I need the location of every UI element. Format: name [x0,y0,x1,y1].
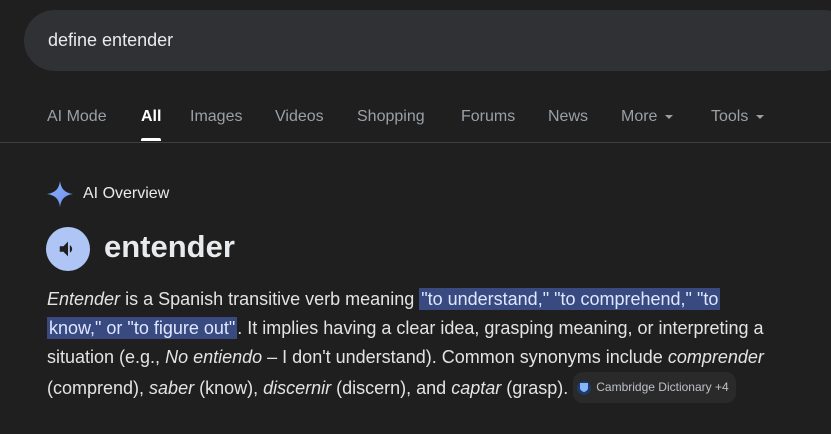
ai-overview-label: AI Overview [83,185,170,202]
text: – I don't understand). Common synonyms i… [262,347,668,367]
tab-all[interactable]: All [141,108,162,141]
tools-caret-icon [756,114,765,119]
tab-images[interactable]: Images [190,108,242,126]
tab-shopping[interactable]: Shopping [357,108,425,126]
text: (know), [194,378,264,398]
text-italic: No entiendo [165,347,263,367]
active-tab-indicator [141,138,162,141]
text-italic: Entender [47,289,121,309]
source-chip[interactable]: Cambridge Dictionary +4 [573,372,736,403]
pronunciation-button[interactable] [46,227,90,271]
tab-forums[interactable]: Forums [461,108,515,126]
text-italic: discernir [263,378,332,398]
text: (discern), and [331,378,452,398]
text-italic: captar [451,378,502,398]
more-caret-icon [665,114,674,119]
cambridge-shield-icon [577,380,592,395]
text: is a Spanish transitive verb meaning [120,289,420,309]
tools-button[interactable]: Tools [711,108,765,126]
source-chip-label: Cambridge Dictionary +4 [596,380,729,394]
tools-label: Tools [711,108,749,125]
tab-news[interactable]: News [548,108,588,126]
text-italic: comprender [667,347,764,367]
text: (grasp). [501,378,574,398]
defined-word: entender [104,229,235,264]
search-bar[interactable]: define entender [24,10,831,71]
text: (comprend), [47,378,150,398]
highlighted-meaning: "to understand," "to comprehend," "to [419,288,721,310]
tab-all-label: All [141,108,162,125]
tab-more[interactable]: More [621,108,674,126]
search-query[interactable]: define entender [48,30,173,51]
text-italic: saber [149,378,195,398]
tab-videos[interactable]: Videos [275,108,324,126]
tab-ai-mode[interactable]: AI Mode [47,108,107,126]
tab-more-label: More [621,108,658,125]
definition-paragraph: Entender is a Spanish transitive verb me… [47,285,807,403]
sparkle-icon [47,181,73,207]
speaker-icon [59,241,73,257]
highlighted-meaning-continued: know," or "to figure out" [47,317,238,339]
search-tabs: AI Mode All Images Videos Shopping Forum… [0,96,831,143]
